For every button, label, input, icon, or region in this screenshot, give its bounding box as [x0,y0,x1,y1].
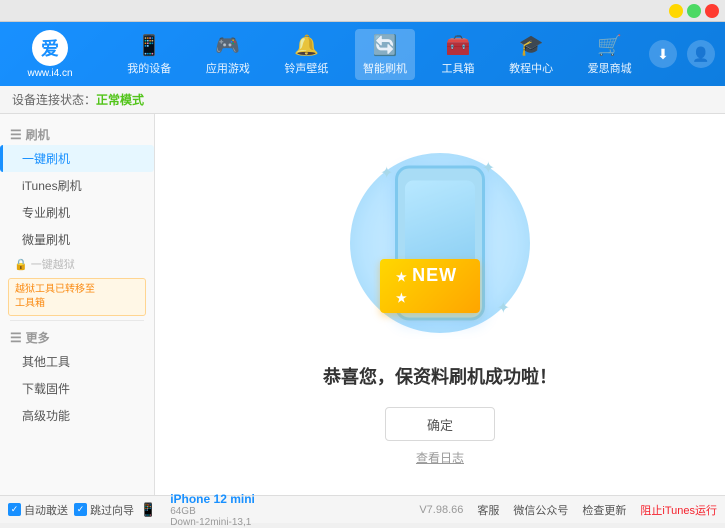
logo-icon: 爱 [32,30,68,66]
new-badge: NEW [380,259,480,313]
device-storage: 64GB [170,506,255,517]
bottom-bar: ✓ 自动敢送 ✓ 跳过向导 📱 iPhone 12 mini 64GB Down… [0,495,725,523]
device-info: iPhone 12 mini 64GB Down-12mini-13,1 [170,492,255,528]
apps-icon: 🎮 [215,33,240,58]
device-phone-icon: 📱 [140,502,156,518]
nav-items: 📱 我的设备 🎮 应用游戏 🔔 铃声壁纸 🔄 智能刷机 🧰 工具箱 🎓 教程中心… [110,29,649,80]
stop-itunes-btn[interactable]: 阻止iTunes运行 [640,502,717,518]
sidebar-divider-1 [10,320,144,321]
nav-smartflash-label: 智能刷机 [363,60,407,76]
nav-ringtone-label: 铃声壁纸 [284,60,328,76]
customer-service-link[interactable]: 客服 [477,502,499,518]
success-illustration: NEW ✦ ✦ ✦ [340,143,540,343]
checkbox-autolaunch-box: ✓ [8,503,21,516]
minimize-btn[interactable] [669,4,683,18]
nav-store[interactable]: 🛒 爱思商城 [580,29,640,80]
nav-tutorial-label: 教程中心 [509,60,553,76]
nav-store-label: 爱思商城 [588,60,632,76]
header: 爱 www.i4.cn 📱 我的设备 🎮 应用游戏 🔔 铃声壁纸 🔄 智能刷机 … [0,22,725,86]
sidebar: ☰ 刷机 一键刷机 iTunes刷机 专业刷机 微量刷机 🔒 一键越狱 越狱工具… [0,114,155,495]
bottom-right: V7.98.66 客服 微信公众号 检查更新 阻止iTunes运行 [419,502,717,518]
sidebar-item-pro[interactable]: 专业刷机 [0,199,154,226]
logo-text: www.i4.cn [27,68,72,79]
title-bar [0,0,725,22]
checkbox-autolaunch[interactable]: ✓ 自动敢送 [8,502,68,518]
checkbox-guide-box: ✓ [74,503,87,516]
maximize-btn[interactable] [687,4,701,18]
device-name: iPhone 12 mini [170,492,255,506]
toolbox-icon: 🧰 [446,33,471,58]
nav-apps-label: 应用游戏 [206,60,250,76]
nav-mydevice-label: 我的设备 [127,60,171,76]
bottom-left: ✓ 自动敢送 ✓ 跳过向导 📱 iPhone 12 mini 64GB Down… [8,492,419,528]
checkbox-guide-label: 跳过向导 [90,502,134,518]
smartflash-icon: 🔄 [373,33,398,58]
sidebar-section-flash: ☰ 刷机 [0,122,154,145]
sidebar-item-advanced[interactable]: 高级功能 [0,402,154,429]
main-layout: ☰ 刷机 一键刷机 iTunes刷机 专业刷机 微量刷机 🔒 一键越狱 越狱工具… [0,114,725,495]
success-title: 恭喜您，保资料刷机成功啦！ [323,363,557,389]
more-section-icon: ☰ [10,330,22,346]
sidebar-item-download[interactable]: 下载固件 [0,375,154,402]
nav-apps[interactable]: 🎮 应用游戏 [198,29,258,80]
header-right: ⬇ 👤 [649,40,715,68]
ringtone-icon: 🔔 [294,33,319,58]
logo-area: 爱 www.i4.cn [10,30,90,79]
sidebar-item-micro[interactable]: 微量刷机 [0,226,154,253]
sparkle-3: ✦ [497,298,510,318]
confirm-button[interactable]: 确定 [385,407,495,441]
sidebar-item-itunes[interactable]: iTunes刷机 [0,172,154,199]
flash-section-label: 刷机 [26,126,50,143]
main-content: NEW ✦ ✦ ✦ 恭喜您，保资料刷机成功啦！ 确定 查看日志 [155,114,725,495]
tutorial-icon: 🎓 [519,33,544,58]
flash-section-icon: ☰ [10,127,22,143]
sidebar-item-jailbreak: 🔒 一键越狱 [0,253,154,274]
sidebar-warning-jailbreak: 越狱工具已转移至 工具箱 [8,278,146,316]
more-section-label: 更多 [26,329,50,346]
sidebar-section-more: ☰ 更多 [0,325,154,348]
nav-smartflash[interactable]: 🔄 智能刷机 [355,29,415,80]
log-link[interactable]: 查看日志 [416,449,464,466]
sparkle-1: ✦ [380,163,393,183]
version-text: V7.98.66 [419,504,463,516]
close-btn[interactable] [705,4,719,18]
nav-mydevice[interactable]: 📱 我的设备 [119,29,179,80]
nav-tutorial[interactable]: 🎓 教程中心 [501,29,561,80]
download-btn[interactable]: ⬇ [649,40,677,68]
wechat-link[interactable]: 微信公众号 [513,502,568,518]
checkbox-guide[interactable]: ✓ 跳过向导 [74,502,134,518]
user-btn[interactable]: 👤 [687,40,715,68]
checkbox-autolaunch-label: 自动敢送 [24,502,68,518]
status-label: 设备连接状态： [12,91,96,108]
sparkle-2: ✦ [482,158,495,178]
check-update-link[interactable]: 检查更新 [582,502,626,518]
mydevice-icon: 📱 [137,33,162,58]
store-icon: 🛒 [597,33,622,58]
nav-toolbox[interactable]: 🧰 工具箱 [434,29,483,80]
nav-toolbox-label: 工具箱 [442,60,475,76]
sidebar-item-othertools[interactable]: 其他工具 [0,348,154,375]
sidebar-item-onekey[interactable]: 一键刷机 [0,145,154,172]
status-bar: 设备连接状态： 正常模式 [0,86,725,114]
status-value: 正常模式 [96,91,144,108]
nav-ringtone[interactable]: 🔔 铃声壁纸 [276,29,336,80]
device-version: Down-12mini-13,1 [170,517,255,528]
